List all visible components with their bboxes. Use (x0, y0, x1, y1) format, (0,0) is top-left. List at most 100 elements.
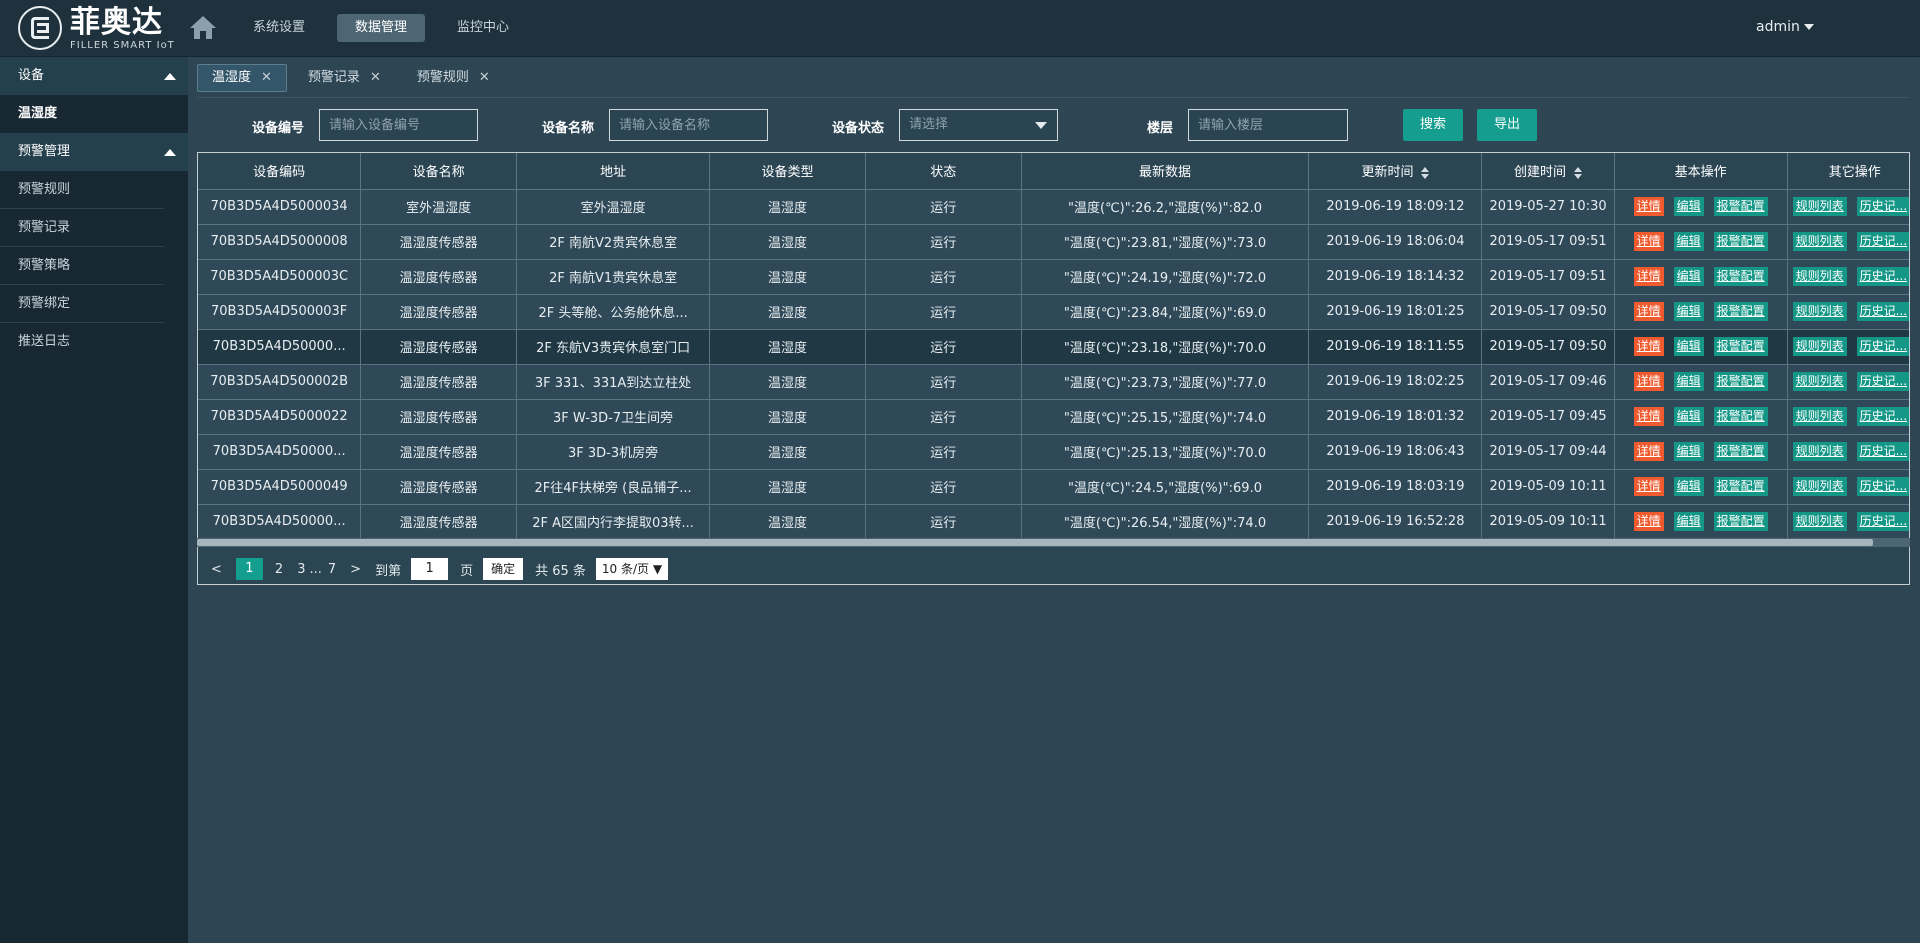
sidebar-item-push-log[interactable]: 推送日志 (0, 323, 188, 361)
edit-button[interactable]: 编辑 (1673, 302, 1704, 321)
history-button[interactable]: 历史记... (1856, 512, 1909, 531)
edit-button[interactable]: 编辑 (1673, 477, 1704, 496)
detail-button[interactable]: 详情 (1633, 337, 1664, 356)
detail-button[interactable]: 详情 (1633, 197, 1664, 216)
horizontal-scrollbar[interactable] (197, 538, 1910, 547)
close-icon[interactable]: ✕ (261, 70, 272, 85)
table-row[interactable]: 70B3D5A4D500003C 温湿度传感器 2F 南航V1贵宾休息室 温湿度 运行 "… (198, 259, 1909, 295)
page-1[interactable]: 1 (235, 558, 263, 580)
next-page-icon[interactable]: > (350, 562, 361, 577)
table-row[interactable]: 70B3D5A4D5000008 温湿度传感器 2F 南航V2贵宾休息室 温湿度 运行 "… (198, 224, 1909, 260)
alarm-config-button[interactable]: 报警配置 (1713, 197, 1768, 216)
goto-confirm-button[interactable]: 确定 (483, 558, 524, 580)
close-icon[interactable]: ✕ (370, 70, 381, 85)
alarm-config-button[interactable]: 报警配置 (1713, 512, 1768, 531)
alarm-config-button[interactable]: 报警配置 (1713, 232, 1768, 251)
rule-list-button[interactable]: 规则列表 (1792, 302, 1847, 321)
rule-list-button[interactable]: 规则列表 (1792, 267, 1847, 286)
edit-button[interactable]: 编辑 (1673, 407, 1704, 426)
sidebar-group-device[interactable]: 设备 (0, 57, 188, 95)
page-7[interactable]: 7 (328, 562, 336, 577)
sort-icon[interactable] (1421, 166, 1430, 179)
user-menu[interactable]: admin (1756, 19, 1814, 35)
device-code-input[interactable] (319, 109, 478, 141)
sort-icon[interactable] (1574, 166, 1583, 179)
sidebar-item-temp-humidity[interactable]: 温湿度 (0, 95, 188, 133)
alarm-config-button[interactable]: 报警配置 (1713, 337, 1768, 356)
sidebar-group-alert-management[interactable]: 预警管理 (0, 133, 188, 171)
edit-button[interactable]: 编辑 (1673, 372, 1704, 391)
tab-temp-humidity[interactable]: 温湿度 ✕ (197, 64, 287, 92)
scrollbar-thumb[interactable] (197, 539, 1873, 546)
sidebar-item-alert-binding[interactable]: 预警绑定 (0, 285, 164, 323)
table-row[interactable]: 70B3D5A4D500002B 温湿度传感器 3F 331、331A到达立柱处 温湿… (198, 364, 1909, 400)
rule-list-button[interactable]: 规则列表 (1792, 512, 1847, 531)
edit-button[interactable]: 编辑 (1673, 512, 1704, 531)
detail-button[interactable]: 详情 (1633, 407, 1664, 426)
table-row[interactable]: 70B3D5A4D50000... 温湿度传感器 2F A区国内行李提取03转...… (198, 504, 1909, 540)
nav-data-management[interactable]: 数据管理 (337, 14, 426, 42)
table-row[interactable]: 70B3D5A4D5000034 室外温湿度 室外温湿度 温湿度 运行 "温度(℃)":2… (198, 189, 1909, 225)
edit-button[interactable]: 编辑 (1673, 232, 1704, 251)
prev-page-icon[interactable]: < (211, 562, 222, 577)
sidebar-item-alert-strategy[interactable]: 预警策略 (0, 247, 164, 285)
nav-monitor-center[interactable]: 监控中心 (439, 14, 527, 42)
rule-list-button[interactable]: 规则列表 (1792, 337, 1847, 356)
alarm-config-button[interactable]: 报警配置 (1713, 267, 1768, 286)
detail-button[interactable]: 详情 (1633, 512, 1664, 531)
nav-system-settings[interactable]: 系统设置 (235, 14, 323, 42)
export-button[interactable]: 导出 (1477, 109, 1537, 141)
table-row[interactable]: 70B3D5A4D50000... 温湿度传感器 3F 3D-3机房旁 温湿度 运行 "温… (198, 434, 1909, 470)
alarm-config-button[interactable]: 报警配置 (1713, 442, 1768, 461)
history-button[interactable]: 历史记... (1856, 442, 1909, 461)
alarm-config-button[interactable]: 报警配置 (1713, 302, 1768, 321)
rule-list-button[interactable]: 规则列表 (1792, 477, 1847, 496)
rule-list-button[interactable]: 规则列表 (1792, 442, 1847, 461)
rule-list-button[interactable]: 规则列表 (1792, 372, 1847, 391)
detail-button[interactable]: 详情 (1633, 267, 1664, 286)
header-update-time[interactable]: 更新时间 (1308, 153, 1483, 190)
history-button[interactable]: 历史记... (1856, 407, 1909, 426)
header-create-time[interactable]: 创建时间 (1481, 153, 1615, 190)
detail-button[interactable]: 详情 (1633, 442, 1664, 461)
history-button[interactable]: 历史记... (1856, 302, 1909, 321)
rule-list-button[interactable]: 规则列表 (1792, 197, 1847, 216)
history-button[interactable]: 历史记... (1856, 372, 1909, 391)
edit-button[interactable]: 编辑 (1673, 197, 1704, 216)
table-row[interactable]: 70B3D5A4D50000... 温湿度传感器 2F 东航V3贵宾休息室门口 温湿度… (198, 329, 1909, 365)
floor-input[interactable] (1188, 109, 1348, 141)
history-button[interactable]: 历史记... (1856, 267, 1909, 286)
history-button[interactable]: 历史记... (1856, 337, 1909, 356)
rule-list-button[interactable]: 规则列表 (1792, 407, 1847, 426)
device-status-select[interactable]: 请选择 (899, 109, 1058, 141)
page-size-select[interactable]: 10 条/页 ▼ (595, 558, 669, 580)
edit-button[interactable]: 编辑 (1673, 337, 1704, 356)
detail-button[interactable]: 详情 (1633, 232, 1664, 251)
alarm-config-button[interactable]: 报警配置 (1713, 372, 1768, 391)
sidebar-item-alert-rules[interactable]: 预警规则 (0, 171, 164, 209)
history-button[interactable]: 历史记... (1856, 477, 1909, 496)
table-row[interactable]: 70B3D5A4D500003F 温湿度传感器 2F 头等舱、公务舱休息... 温湿度… (198, 294, 1909, 330)
goto-page-input[interactable]: 1 (411, 558, 449, 580)
edit-button[interactable]: 编辑 (1673, 267, 1704, 286)
page-3[interactable]: 3 (297, 562, 305, 577)
logo[interactable]: 菲奥达 FILLER SMART IoT (18, 6, 178, 52)
history-button[interactable]: 历史记... (1856, 197, 1909, 216)
table-row[interactable]: 70B3D5A4D5000022 温湿度传感器 3F W-3D-7卫生间旁 温湿度 运行… (198, 399, 1909, 435)
device-name-input[interactable] (609, 109, 768, 141)
alarm-config-button[interactable]: 报警配置 (1713, 477, 1768, 496)
detail-button[interactable]: 详情 (1633, 477, 1664, 496)
home-icon[interactable] (188, 14, 218, 40)
sidebar-item-alert-records[interactable]: 预警记录 (0, 209, 164, 247)
detail-button[interactable]: 详情 (1633, 372, 1664, 391)
close-icon[interactable]: ✕ (479, 70, 490, 85)
edit-button[interactable]: 编辑 (1673, 442, 1704, 461)
detail-button[interactable]: 详情 (1633, 302, 1664, 321)
page-2[interactable]: 2 (275, 562, 283, 577)
tab-alert-records[interactable]: 预警记录 ✕ (293, 64, 396, 92)
alarm-config-button[interactable]: 报警配置 (1713, 407, 1768, 426)
search-button[interactable]: 搜索 (1403, 109, 1463, 141)
history-button[interactable]: 历史记... (1856, 232, 1909, 251)
tab-alert-rules[interactable]: 预警规则 ✕ (402, 64, 505, 92)
rule-list-button[interactable]: 规则列表 (1792, 232, 1847, 251)
